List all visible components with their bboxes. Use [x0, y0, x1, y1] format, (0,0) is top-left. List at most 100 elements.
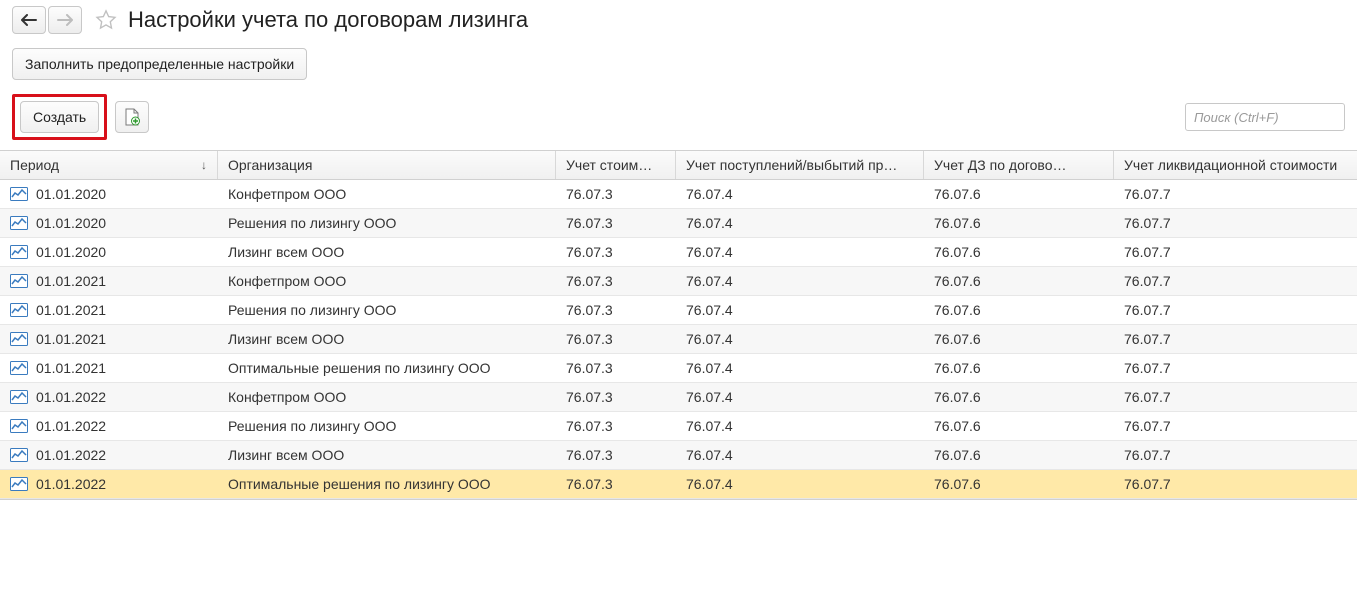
back-button[interactable]	[12, 6, 46, 34]
toolbar-row-1: Заполнить предопределенные настройки	[0, 44, 1357, 88]
cell-org: Лизинг всем ООО	[218, 441, 556, 469]
cell-value: 76.07.6	[934, 186, 981, 202]
data-table: Период ↓ Организация Учет стоим… Учет по…	[0, 150, 1357, 500]
cell-inout: 76.07.4	[676, 470, 924, 498]
cell-period: 01.01.2022	[0, 383, 218, 411]
table-row[interactable]: 01.01.2022Решения по лизингу ООО76.07.37…	[0, 412, 1357, 441]
cell-cost: 76.07.3	[556, 238, 676, 266]
cell-cost: 76.07.3	[556, 441, 676, 469]
cell-org: Конфетпром ООО	[218, 180, 556, 208]
cell-value: 01.01.2020	[36, 244, 106, 260]
table-row[interactable]: 01.01.2021Оптимальные решения по лизингу…	[0, 354, 1357, 383]
cell-value: 76.07.6	[934, 273, 981, 289]
cell-value: 76.07.4	[686, 302, 733, 318]
sort-asc-icon: ↓	[201, 158, 207, 172]
cell-value: 76.07.3	[566, 389, 613, 405]
cell-value: 76.07.6	[934, 302, 981, 318]
cell-period: 01.01.2021	[0, 296, 218, 324]
cell-value: 76.07.4	[686, 447, 733, 463]
cell-period: 01.01.2022	[0, 441, 218, 469]
cell-liquid: 76.07.7	[1114, 441, 1357, 469]
cell-value: 76.07.3	[566, 186, 613, 202]
column-header-org[interactable]: Организация	[218, 151, 556, 179]
cell-value: 76.07.4	[686, 389, 733, 405]
header: Настройки учета по договорам лизинга	[0, 0, 1357, 44]
cell-dz: 76.07.6	[924, 383, 1114, 411]
cell-inout: 76.07.4	[676, 267, 924, 295]
column-header-cost[interactable]: Учет стоим…	[556, 151, 676, 179]
table-row[interactable]: 01.01.2020Конфетпром ООО76.07.376.07.476…	[0, 180, 1357, 209]
table-header: Период ↓ Организация Учет стоим… Учет по…	[0, 151, 1357, 180]
table-row[interactable]: 01.01.2020Лизинг всем ООО76.07.376.07.47…	[0, 238, 1357, 267]
cell-value: 76.07.3	[566, 244, 613, 260]
column-header-liquid[interactable]: Учет ликвидационной стоимости	[1114, 151, 1357, 179]
favorite-button[interactable]	[92, 6, 120, 34]
cell-liquid: 76.07.7	[1114, 267, 1357, 295]
column-label: Учет ликвидационной стоимости	[1124, 157, 1337, 173]
cell-value: 76.07.7	[1124, 389, 1171, 405]
column-label: Период	[10, 157, 59, 173]
cell-value: 76.07.3	[566, 331, 613, 347]
cell-value: 76.07.3	[566, 273, 613, 289]
cell-liquid: 76.07.7	[1114, 296, 1357, 324]
cell-value: 76.07.3	[566, 302, 613, 318]
cell-dz: 76.07.6	[924, 470, 1114, 498]
cell-value: 76.07.3	[566, 476, 613, 492]
cell-period: 01.01.2021	[0, 267, 218, 295]
column-header-dz[interactable]: Учет ДЗ по догово…	[924, 151, 1114, 179]
cell-value: 76.07.6	[934, 447, 981, 463]
cell-value: Решения по лизингу ООО	[228, 302, 396, 318]
cell-org: Оптимальные решения по лизингу ООО	[218, 470, 556, 498]
table-row[interactable]: 01.01.2021 Решения по лизингу ООО 76.07.3 7…	[0, 296, 1357, 325]
cell-value: 01.01.2021	[36, 273, 106, 289]
cell-cost: 76.07.3	[556, 209, 676, 237]
cell-value: 76.07.6	[934, 331, 981, 347]
cell-value: 01.01.2021	[36, 331, 106, 347]
column-header-period[interactable]: Период ↓	[0, 151, 218, 179]
cell-period: 01.01.2021	[0, 325, 218, 353]
table-row[interactable]: 01.01.2022 Оптимальные решения по лизингу…	[0, 470, 1357, 499]
record-icon	[10, 419, 28, 433]
cell-value: 76.07.7	[1124, 186, 1171, 202]
column-label: Учет стоим…	[566, 157, 652, 173]
cell-value: 76.07.7	[1124, 418, 1171, 434]
column-label: Организация	[228, 157, 312, 173]
column-header-inout[interactable]: Учет поступлений/выбытий пр…	[676, 151, 924, 179]
cell-value: 76.07.7	[1124, 447, 1171, 463]
toolbar-row-2: Создать	[0, 88, 1357, 150]
record-icon	[10, 303, 28, 317]
table-row[interactable]: 01.01.2021Лизинг всем ООО76.07.376.07.47…	[0, 325, 1357, 354]
cell-value: 76.07.7	[1124, 244, 1171, 260]
cell-cost: 76.07.3	[556, 325, 676, 353]
cell-period: 01.01.2021	[0, 354, 218, 382]
cell-dz: 76.07.6	[924, 354, 1114, 382]
table-row[interactable]: 01.01.2021 Конфетпром ООО 76.07.3 76.07.4 76…	[0, 267, 1357, 296]
search-input[interactable]	[1185, 103, 1345, 131]
table-row[interactable]: 01.01.2020Решения по лизингу ООО76.07.37…	[0, 209, 1357, 238]
cell-value: 76.07.3	[566, 360, 613, 376]
fill-defaults-button[interactable]: Заполнить предопределенные настройки	[12, 48, 307, 80]
cell-value: 76.07.4	[686, 476, 733, 492]
table-row[interactable]: 01.01.2022Конфетпром ООО76.07.376.07.476…	[0, 383, 1357, 412]
cell-dz: 76.07.6	[924, 238, 1114, 266]
cell-cost: 76.07.3	[556, 354, 676, 382]
cell-liquid: 76.07.7	[1114, 325, 1357, 353]
create-highlight: Создать	[12, 94, 107, 140]
create-button[interactable]: Создать	[20, 101, 99, 133]
forward-button[interactable]	[48, 6, 82, 34]
cell-value: 01.01.2022	[36, 476, 106, 492]
page-title: Настройки учета по договорам лизинга	[128, 7, 528, 33]
cell-period: 01.01.2022	[0, 412, 218, 440]
cell-inout: 76.07.4	[676, 383, 924, 411]
table-row[interactable]: 01.01.2022Лизинг всем ООО76.07.3 76.07.4 7…	[0, 441, 1357, 470]
cell-cost: 76.07.3	[556, 267, 676, 295]
arrow-right-icon	[57, 14, 73, 26]
cell-liquid: 76.07.7	[1114, 238, 1357, 266]
cell-value: 01.01.2021	[36, 302, 106, 318]
cell-inout: 76.07.4	[676, 296, 924, 324]
cell-value: 76.07.6	[934, 244, 981, 260]
cell-dz: 76.07.6	[924, 267, 1114, 295]
cell-org: Конфетпром ООО	[218, 267, 556, 295]
copy-new-button[interactable]	[115, 101, 149, 133]
record-icon	[10, 361, 28, 375]
